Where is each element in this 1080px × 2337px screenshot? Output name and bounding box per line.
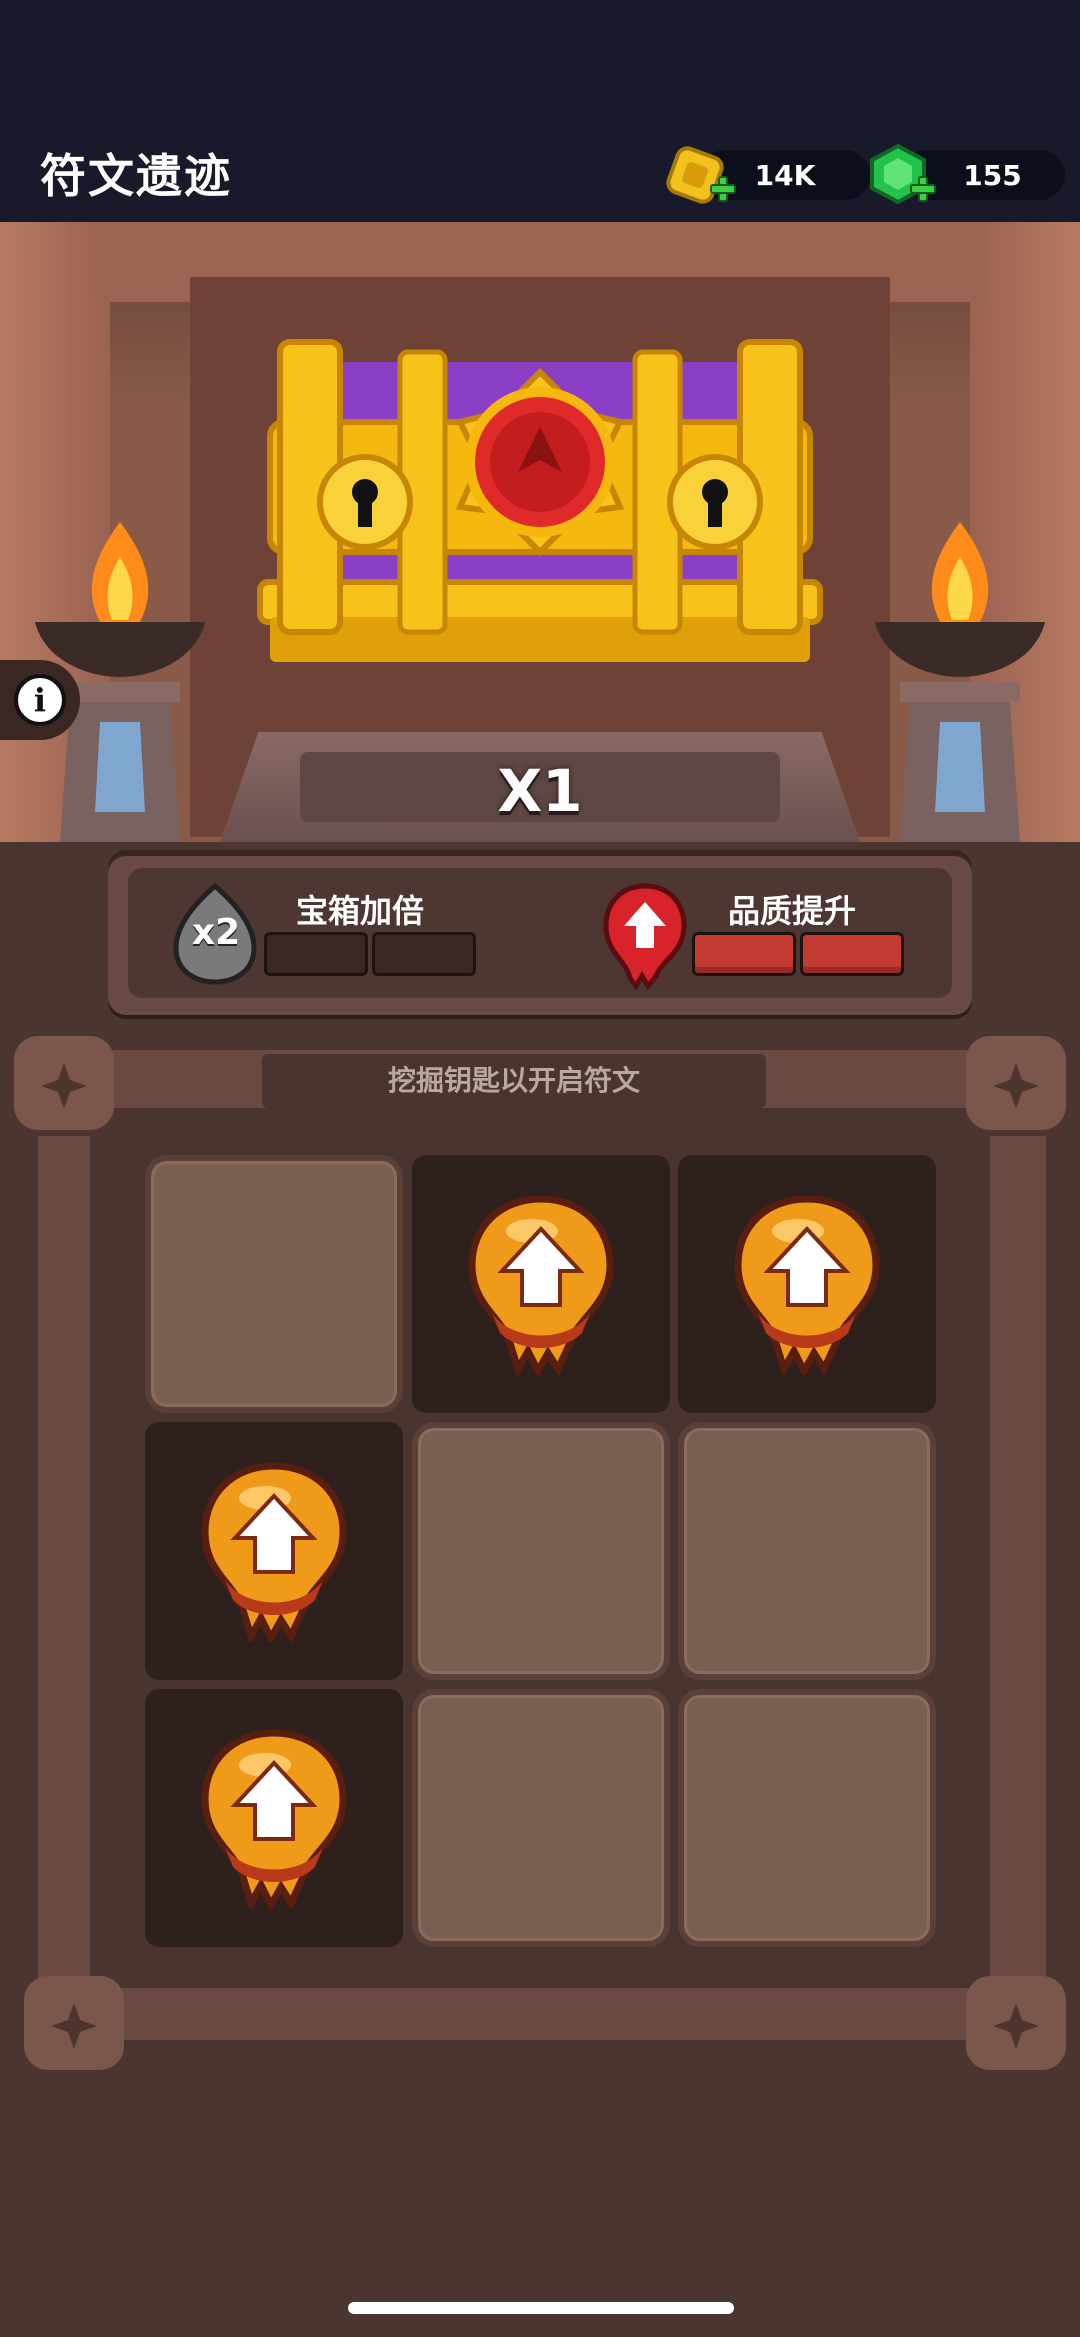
dig-tile-revealed: [412, 1155, 670, 1413]
dig-tile-covered[interactable]: [678, 1422, 936, 1680]
chest-multiplier: X1: [497, 757, 583, 825]
add-coins-icon[interactable]: [710, 176, 736, 202]
dig-tile-covered[interactable]: [412, 1689, 670, 1947]
treasure-chest-icon[interactable]: [250, 332, 830, 732]
star-ornament-icon: [41, 1063, 87, 1109]
dig-tile-covered[interactable]: [412, 1422, 670, 1680]
quality-up-token-icon: [728, 1193, 886, 1379]
dig-tile-covered[interactable]: [145, 1155, 403, 1413]
page-title: 符文遗迹: [40, 149, 232, 203]
info-button[interactable]: i: [0, 660, 80, 740]
quality-up-icon: [603, 883, 687, 991]
coin-value: 14K: [754, 158, 816, 192]
quality-up-label: 品质提升: [728, 892, 857, 930]
quality-progress-segment-2: [800, 932, 904, 976]
chest-scene: X1 i: [0, 222, 1080, 842]
dig-tile-covered[interactable]: [678, 1689, 936, 1947]
quality-up-token-icon: [195, 1460, 353, 1646]
star-ornament-icon: [993, 1063, 1039, 1109]
star-ornament-icon: [993, 2003, 1039, 2049]
dig-tile-revealed: [145, 1422, 403, 1680]
double-chest-label: 宝箱加倍: [296, 892, 425, 930]
gem-value: 155: [963, 158, 1022, 192]
home-indicator[interactable]: [348, 2302, 734, 2314]
top-bar: 符文遗迹 14K 155: [0, 0, 1080, 222]
dig-tile-revealed: [145, 1689, 403, 1947]
corner-ornament-top-left: [14, 1036, 114, 1136]
board-instruction: 挖掘钥匙以开启符文: [262, 1054, 766, 1108]
corner-ornament-bottom-right: [966, 1976, 1066, 2076]
star-ornament-icon: [51, 2003, 97, 2049]
info-icon[interactable]: i: [14, 674, 66, 726]
double-progress-segment-2: [372, 932, 476, 976]
dig-tile-revealed: [678, 1155, 936, 1413]
corner-ornament-bottom-left: [24, 1976, 124, 2076]
double-progress-segment-1: [264, 932, 368, 976]
quality-progress-segment-1: [692, 932, 796, 976]
add-gems-icon[interactable]: [910, 176, 936, 202]
corner-ornament-top-right: [966, 1036, 1066, 1136]
quality-up-token-icon: [462, 1193, 620, 1379]
double-chest-badge: x2: [191, 912, 241, 953]
quality-up-token-icon: [195, 1727, 353, 1913]
